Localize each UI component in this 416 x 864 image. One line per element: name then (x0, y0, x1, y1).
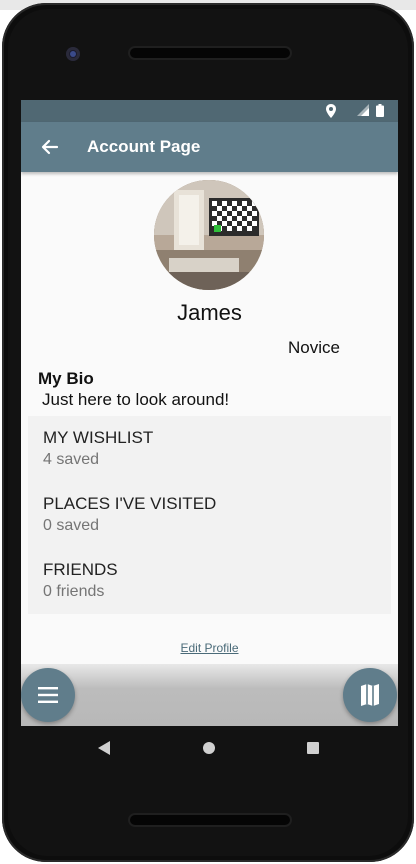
bottom-bar (21, 664, 398, 726)
page-title: Account Page (87, 137, 201, 156)
wishlist-title: MY WISHLIST (43, 428, 154, 447)
android-nav-bar (21, 726, 398, 770)
bottom-speaker (130, 815, 290, 825)
nav-back-icon[interactable] (98, 741, 110, 755)
places-visited-item[interactable]: PLACES I'VE VISITED 0 saved (43, 494, 373, 535)
menu-button[interactable] (21, 668, 75, 722)
wishlist-item[interactable]: MY WISHLIST 4 saved (43, 428, 373, 469)
places-visited-count: 0 saved (43, 517, 100, 534)
map-button[interactable] (343, 668, 397, 722)
bio-text: Just here to look around! (42, 390, 230, 409)
bio-heading: My Bio (38, 369, 94, 388)
friends-title: FRIENDS (43, 560, 118, 579)
earpiece-speaker (130, 48, 290, 58)
arrow-left-icon[interactable] (37, 134, 63, 160)
menu-icon (38, 687, 58, 703)
battery-icon (376, 104, 384, 117)
app-screen: Account Page James Novice My Bio Just he (21, 100, 398, 726)
app-bar: Account Page (21, 122, 398, 172)
profile-name: James (177, 300, 242, 325)
map-icon (361, 684, 379, 706)
status-bar (21, 100, 398, 122)
profile-rank: Novice (288, 338, 340, 357)
friends-item[interactable]: FRIENDS 0 friends (43, 560, 373, 601)
nav-recents-icon[interactable] (307, 742, 319, 754)
places-visited-title: PLACES I'VE VISITED (43, 494, 217, 513)
friends-count: 0 friends (43, 583, 105, 600)
wishlist-count: 4 saved (43, 451, 100, 468)
avatar (154, 180, 264, 290)
edit-profile-link[interactable]: Edit Profile (21, 641, 398, 655)
front-camera (66, 47, 80, 61)
signal-icon (357, 104, 369, 116)
nav-home-icon[interactable] (203, 742, 215, 754)
profile-sections-list: MY WISHLIST 4 saved PLACES I'VE VISITED … (28, 416, 391, 614)
location-pin-icon (326, 104, 336, 118)
avatar-room-image (154, 180, 264, 290)
